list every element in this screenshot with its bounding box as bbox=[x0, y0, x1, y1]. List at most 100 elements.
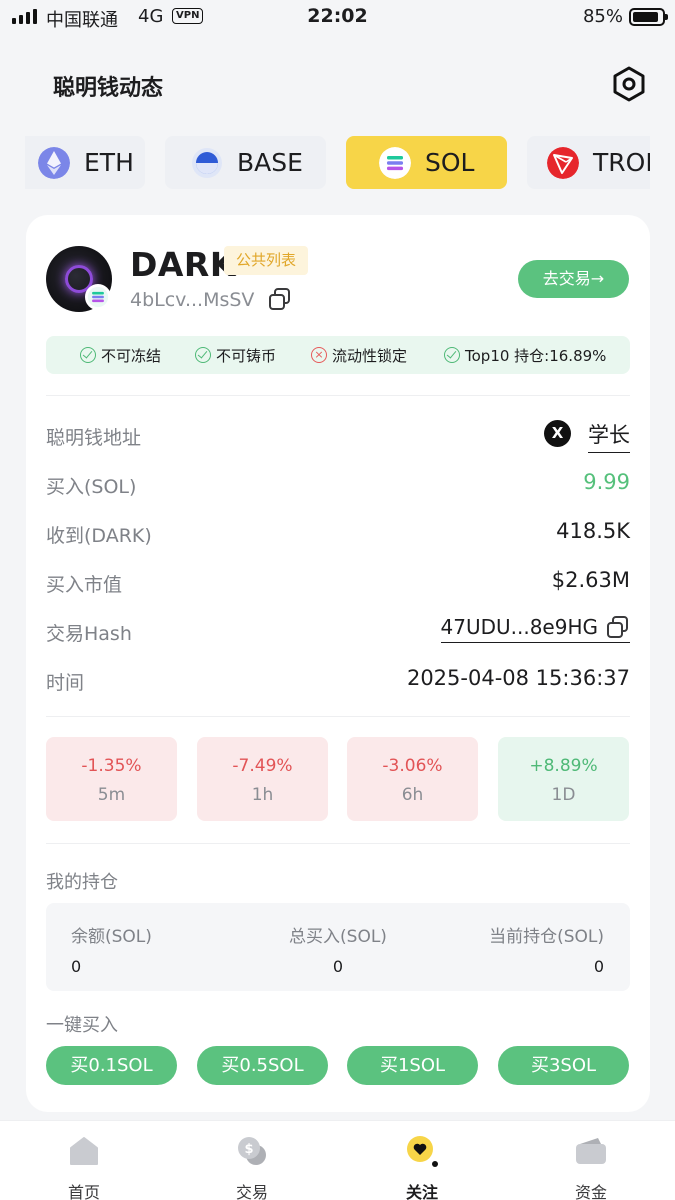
safety-label: Top10 持仓:16.89% bbox=[465, 346, 607, 365]
settings-button[interactable] bbox=[611, 66, 647, 102]
tab-label: SOL bbox=[425, 148, 475, 177]
buy-0.1-sol-button[interactable]: 买0.1SOL bbox=[46, 1046, 177, 1085]
row-label: 聪明钱地址 bbox=[46, 427, 142, 449]
tab-base[interactable]: BASE bbox=[165, 136, 326, 189]
divider bbox=[46, 395, 630, 396]
change-percent: -1.35% bbox=[81, 756, 142, 776]
copy-icon[interactable] bbox=[606, 615, 630, 639]
hash-value: 47UDU...8e9HG bbox=[440, 615, 599, 639]
change-period: 1D bbox=[551, 785, 576, 805]
token-card: DARK 公共列表 4bLcv...MsSV 去交易→ 不可冻结 不可铸币 × … bbox=[26, 215, 650, 1112]
list-tag: 公共列表 bbox=[224, 246, 309, 275]
wallet-link[interactable]: 学长 bbox=[588, 419, 630, 453]
change-period: 5m bbox=[97, 785, 126, 805]
divider bbox=[46, 716, 630, 717]
nav-trade[interactable]: $ 交易 bbox=[202, 1121, 302, 1200]
row-value: 9.99 bbox=[583, 470, 630, 494]
battery-icon bbox=[629, 8, 668, 26]
row-label: 买入市值 bbox=[46, 574, 123, 596]
coin-icon: $ bbox=[238, 1137, 266, 1165]
divider bbox=[46, 843, 630, 844]
current-holding-value: 0 bbox=[593, 957, 604, 976]
safety-label: 流动性锁定 bbox=[332, 346, 408, 365]
row-buy: 买入(SOL) 9.99 bbox=[46, 468, 630, 500]
tab-label: BASE bbox=[237, 148, 303, 177]
buy-1-sol-button[interactable]: 买1SOL bbox=[347, 1046, 478, 1085]
row-wallet: 聪明钱地址 X 学长 bbox=[46, 419, 630, 453]
row-label: 收到(DARK) bbox=[46, 525, 152, 547]
change-percent: -7.49% bbox=[232, 756, 293, 776]
safety-checks: 不可冻结 不可铸币 × 流动性锁定 Top10 持仓:16.89% bbox=[46, 336, 630, 374]
nav-label: 资金 bbox=[574, 1183, 607, 1200]
check-icon bbox=[195, 347, 211, 363]
token-name: DARK bbox=[130, 245, 236, 284]
safety-label: 不可冻结 bbox=[101, 346, 162, 365]
check-icon bbox=[80, 347, 96, 363]
holdings-title: 我的持仓 bbox=[46, 872, 118, 893]
row-label: 买入(SOL) bbox=[46, 476, 137, 498]
status-bar: 中国联通 4G VPN 22:02 85% bbox=[0, 0, 675, 34]
row-value: 418.5K bbox=[556, 519, 630, 543]
check-no-freeze: 不可冻结 bbox=[80, 336, 161, 374]
quick-buy-title: 一键买入 bbox=[46, 1015, 118, 1036]
check-icon bbox=[444, 347, 460, 363]
check-liquidity-lock: × 流动性锁定 bbox=[311, 336, 407, 374]
current-holding-label: 当前持仓(SOL) bbox=[489, 927, 604, 947]
row-value: $2.63M bbox=[551, 568, 630, 592]
row-received: 收到(DARK) 418.5K bbox=[46, 517, 630, 549]
nav-label: 关注 bbox=[405, 1183, 438, 1200]
tab-sol[interactable]: SOL bbox=[346, 136, 507, 189]
row-hash: 交易Hash 47UDU...8e9HG bbox=[46, 615, 630, 647]
gear-icon bbox=[613, 66, 645, 102]
change-6h: -3.06% 6h bbox=[347, 737, 478, 821]
page-title: 聪明钱动态 bbox=[53, 76, 164, 101]
battery-percent: 85% bbox=[582, 6, 623, 27]
hash-link[interactable]: 47UDU...8e9HG bbox=[440, 615, 630, 643]
buy-3-sol-button[interactable]: 买3SOL bbox=[498, 1046, 629, 1085]
row-value: 2025-04-08 15:36:37 bbox=[406, 666, 630, 690]
copy-icon[interactable] bbox=[268, 287, 292, 311]
change-period: 1h bbox=[251, 785, 274, 805]
go-trade-button[interactable]: 去交易→ bbox=[518, 260, 629, 298]
change-5m: -1.35% 5m bbox=[46, 737, 177, 821]
heart-icon bbox=[407, 1136, 438, 1167]
bottom-nav: 首页 $ 交易 关注 资金 bbox=[0, 1120, 675, 1200]
row-time: 时间 2025-04-08 15:36:37 bbox=[46, 664, 630, 696]
buy-0.5-sol-button[interactable]: 买0.5SOL bbox=[197, 1046, 328, 1085]
change-1h: -7.49% 1h bbox=[197, 737, 328, 821]
solana-icon bbox=[85, 284, 111, 310]
change-period: 6h bbox=[401, 785, 424, 805]
total-buy-value: 0 bbox=[332, 957, 344, 976]
row-label: 交易Hash bbox=[46, 623, 132, 645]
tab-tron[interactable]: TRON bbox=[527, 136, 650, 189]
tab-label: TRON bbox=[593, 148, 650, 177]
clock: 22:02 bbox=[307, 5, 368, 27]
safety-label: 不可铸币 bbox=[216, 346, 277, 365]
chain-tabs: ETH BASE SOL TRON bbox=[25, 136, 650, 190]
base-icon bbox=[192, 147, 222, 178]
change-1d: +8.89% 1D bbox=[498, 737, 629, 821]
check-no-mint: 不可铸币 bbox=[195, 336, 276, 374]
nav-funds[interactable]: 资金 bbox=[541, 1121, 641, 1200]
tab-label: ETH bbox=[84, 148, 134, 177]
home-icon bbox=[70, 1137, 98, 1165]
wallet-icon bbox=[576, 1138, 606, 1164]
nav-label: 首页 bbox=[67, 1183, 100, 1200]
solana-icon bbox=[379, 146, 411, 179]
nav-follow[interactable]: 关注 bbox=[372, 1121, 472, 1200]
holdings-panel: 余额(SOL) 0 总买入(SOL) 0 当前持仓(SOL) 0 bbox=[46, 903, 630, 991]
change-percent: -3.06% bbox=[382, 756, 443, 776]
check-top10: Top10 持仓:16.89% bbox=[444, 336, 606, 374]
svg-text:$: $ bbox=[244, 1142, 253, 1157]
cross-icon: × bbox=[311, 347, 327, 363]
change-percent: +8.89% bbox=[529, 756, 598, 776]
tron-icon bbox=[547, 146, 579, 179]
token-address: 4bLcv...MsSV bbox=[130, 289, 255, 311]
tab-eth[interactable]: ETH bbox=[25, 136, 145, 189]
row-label: 时间 bbox=[46, 672, 85, 694]
x-icon: X bbox=[544, 420, 571, 447]
nav-label: 交易 bbox=[235, 1183, 268, 1200]
row-market-cap: 买入市值 $2.63M bbox=[46, 566, 630, 598]
nav-home[interactable]: 首页 bbox=[34, 1121, 134, 1200]
ethereum-icon bbox=[38, 146, 70, 179]
